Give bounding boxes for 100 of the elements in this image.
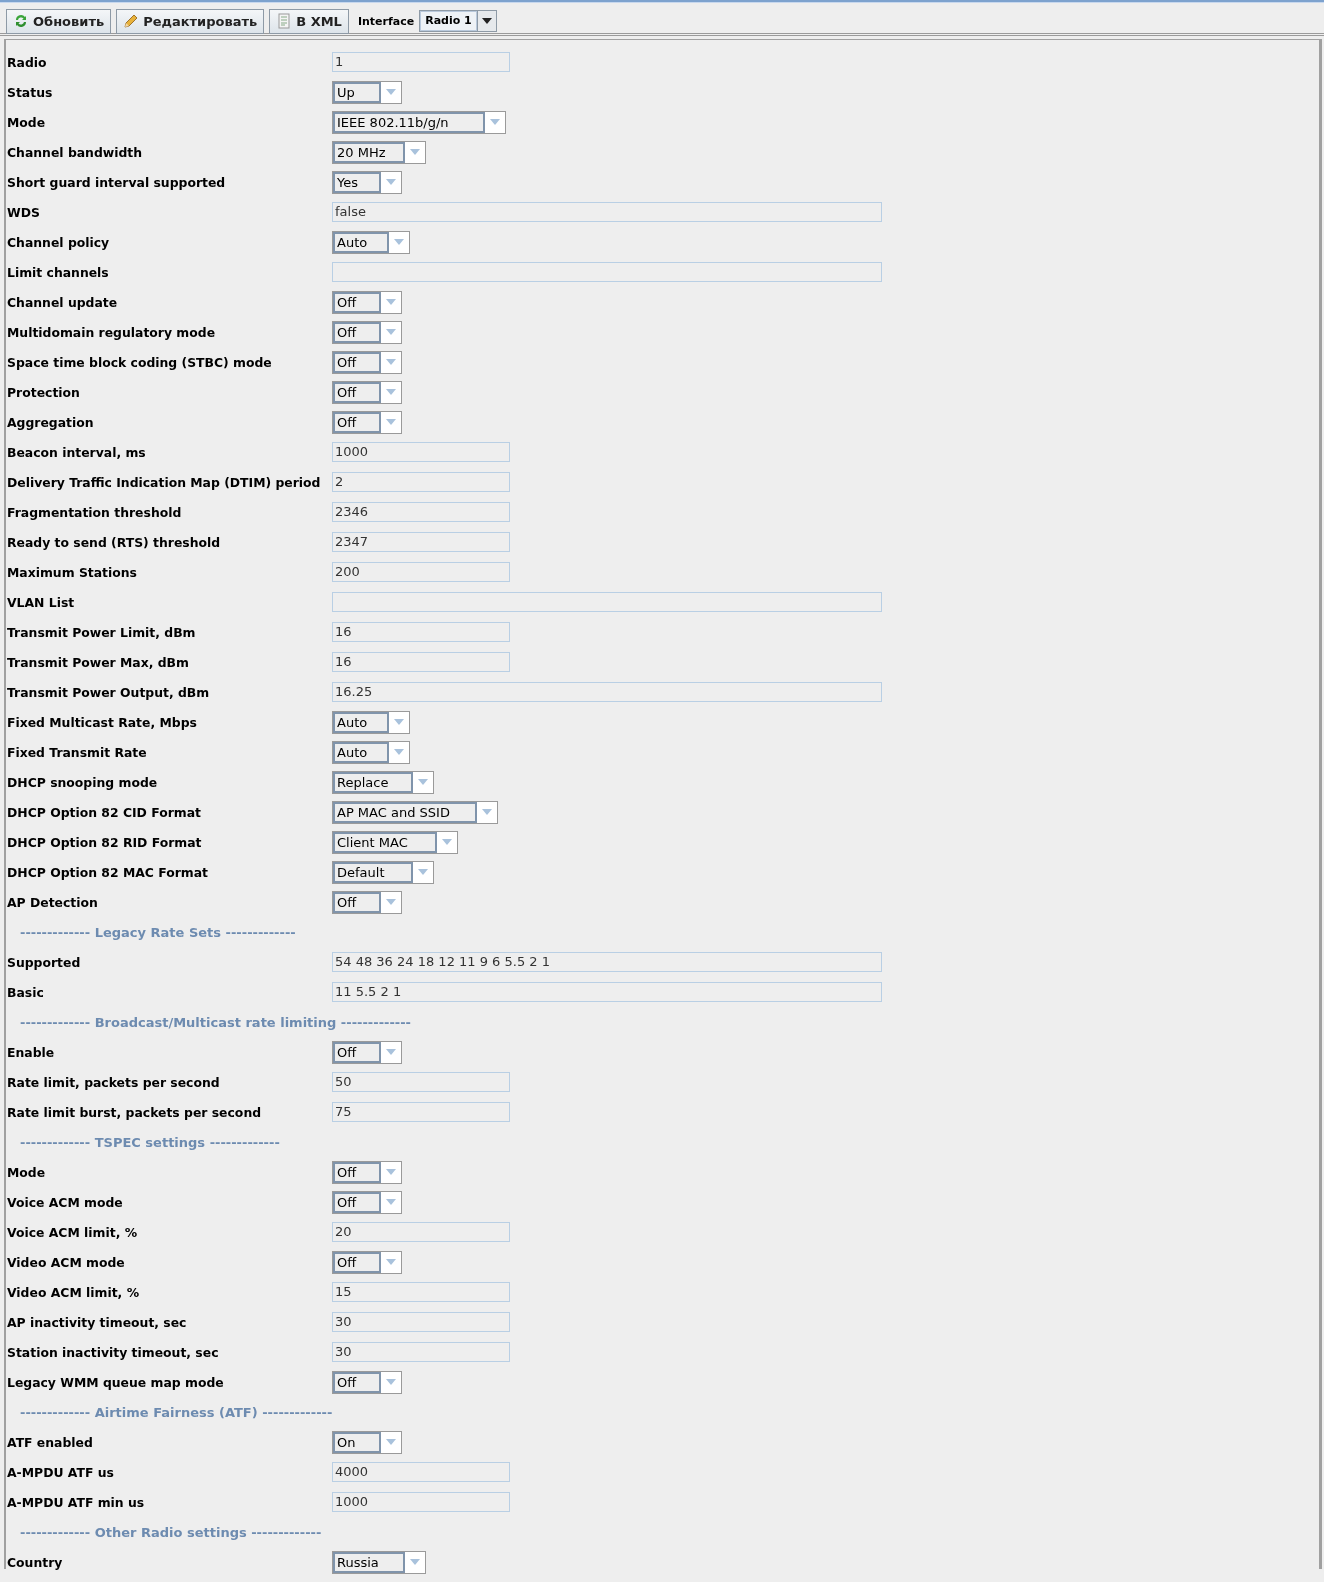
dropdown-arrow-icon bbox=[386, 389, 396, 395]
field-label: Space time block coding (STBC) mode bbox=[6, 354, 273, 370]
field-label: DHCP Option 82 MAC Format bbox=[6, 864, 210, 880]
dropdown[interactable]: Off bbox=[332, 1190, 402, 1214]
toolbar-button[interactable]: В XML bbox=[269, 8, 349, 34]
field-label: Transmit Power Output, dBm bbox=[6, 684, 211, 700]
text-field[interactable]: 16.25 bbox=[332, 682, 882, 702]
field-label: VLAN List bbox=[6, 594, 76, 610]
field-label: Country bbox=[6, 1554, 64, 1570]
field-label: Limit channels bbox=[6, 264, 110, 280]
text-field[interactable]: 50 bbox=[332, 1072, 510, 1092]
text-field[interactable]: 11 5.5 2 1 bbox=[332, 982, 882, 1002]
dropdown[interactable]: Default bbox=[332, 860, 434, 884]
refresh-icon bbox=[13, 13, 29, 29]
field-label: DHCP Option 82 RID Format bbox=[6, 834, 203, 850]
field-label: Basic bbox=[6, 984, 45, 1000]
dropdown-arrow-icon bbox=[418, 779, 428, 785]
dropdown[interactable]: Off bbox=[332, 290, 402, 314]
field-label: Voice ACM limit, % bbox=[6, 1224, 139, 1240]
field-label: Mode bbox=[6, 1164, 47, 1180]
dropdown-arrow-icon bbox=[386, 1049, 396, 1055]
text-field[interactable]: 30 bbox=[332, 1312, 510, 1332]
dropdown[interactable]: Auto bbox=[332, 710, 410, 734]
interface-dropdown[interactable]: Radio 1 bbox=[419, 10, 497, 32]
text-field[interactable] bbox=[332, 592, 882, 612]
dropdown[interactable]: Off bbox=[332, 1370, 402, 1394]
field-label: Fragmentation threshold bbox=[6, 504, 183, 520]
dropdown[interactable]: Off bbox=[332, 350, 402, 374]
text-field[interactable]: 1 bbox=[332, 52, 510, 72]
text-field[interactable]: 2347 bbox=[332, 532, 510, 552]
field-label: Channel update bbox=[6, 294, 119, 310]
text-field[interactable]: 16 bbox=[332, 652, 510, 672]
section-heading: ------------- Broadcast/Multicast rate limiting ------------- bbox=[19, 1014, 411, 1030]
dropdown-arrow-icon bbox=[386, 1199, 396, 1205]
toolbar-button[interactable]: Обновить bbox=[6, 8, 112, 34]
section-heading: ------------- Legacy Rate Sets ------------- bbox=[19, 924, 296, 940]
field-label: Radio bbox=[6, 54, 48, 70]
field-label: Rate limit burst, packets per second bbox=[6, 1104, 263, 1120]
dropdown-arrow-icon bbox=[386, 1379, 396, 1385]
dropdown-arrow-icon bbox=[490, 119, 500, 125]
toolbar-button[interactable]: Редактировать bbox=[116, 8, 265, 34]
text-field[interactable]: 30 bbox=[332, 1342, 510, 1362]
text-field[interactable]: 1000 bbox=[332, 442, 510, 462]
text-field[interactable]: 16 bbox=[332, 622, 510, 642]
field-label: A-MPDU ATF us bbox=[6, 1464, 115, 1480]
dropdown[interactable]: On bbox=[332, 1430, 402, 1454]
text-field[interactable]: 54 48 36 24 18 12 11 9 6 5.5 2 1 bbox=[332, 952, 882, 972]
dropdown[interactable]: Off bbox=[332, 1160, 402, 1184]
dropdown[interactable]: Off bbox=[332, 1250, 402, 1274]
text-field[interactable]: 200 bbox=[332, 562, 510, 582]
dropdown[interactable]: Replace bbox=[332, 770, 434, 794]
field-label: Station inactivity timeout, sec bbox=[6, 1344, 220, 1360]
section-heading: ------------- Other Radio settings ------------- bbox=[19, 1524, 322, 1540]
field-label: DHCP snooping mode bbox=[6, 774, 159, 790]
dropdown[interactable]: Off bbox=[332, 320, 402, 344]
dropdown[interactable]: IEEE 802.11b/g/n bbox=[332, 110, 506, 134]
field-label: Delivery Traffic Indication Map (DTIM) period bbox=[6, 474, 322, 490]
field-label: Short guard interval supported bbox=[6, 174, 227, 190]
text-field[interactable]: 1000 bbox=[332, 1492, 510, 1512]
text-field[interactable]: 20 bbox=[332, 1222, 510, 1242]
dropdown-arrow-icon bbox=[410, 1559, 420, 1565]
text-field[interactable]: 15 bbox=[332, 1282, 510, 1302]
dropdown[interactable]: 20 MHz bbox=[332, 140, 426, 164]
section-heading: ------------- Airtime Fairness (ATF) ------------- bbox=[19, 1404, 333, 1420]
field-label: Transmit Power Max, dBm bbox=[6, 654, 190, 670]
field-label: Status bbox=[6, 84, 54, 100]
field-label: Maximum Stations bbox=[6, 564, 138, 580]
dropdown[interactable]: Off bbox=[332, 1040, 402, 1064]
field-label: Transmit Power Limit, dBm bbox=[6, 624, 197, 640]
dropdown[interactable]: Yes bbox=[332, 170, 402, 194]
dropdown[interactable]: Auto bbox=[332, 740, 410, 764]
text-field[interactable]: 2 bbox=[332, 472, 510, 492]
text-field[interactable]: 75 bbox=[332, 1102, 510, 1122]
dropdown[interactable]: Russia bbox=[332, 1550, 426, 1574]
field-label: Enable bbox=[6, 1044, 56, 1060]
dropdown[interactable]: Auto bbox=[332, 230, 410, 254]
field-label: A-MPDU ATF min us bbox=[6, 1494, 146, 1510]
dropdown[interactable]: Off bbox=[332, 410, 402, 434]
text-field[interactable]: false bbox=[332, 202, 882, 222]
field-label: Multidomain regulatory mode bbox=[6, 324, 217, 340]
dropdown-arrow-icon bbox=[386, 89, 396, 95]
dropdown-arrow-icon bbox=[410, 149, 420, 155]
dropdown-arrow-icon bbox=[386, 299, 396, 305]
dropdown[interactable]: Off bbox=[332, 890, 402, 914]
field-label: Supported bbox=[6, 954, 82, 970]
pencil-icon bbox=[123, 13, 140, 29]
dropdown[interactable]: Up bbox=[332, 80, 402, 104]
text-field[interactable] bbox=[332, 262, 882, 282]
field-label: Beacon interval, ms bbox=[6, 444, 147, 460]
dropdown-arrow-icon bbox=[386, 1439, 396, 1445]
dropdown[interactable]: Client MAC bbox=[332, 830, 458, 854]
dropdown-arrow-icon bbox=[442, 839, 452, 845]
dropdown-arrow-icon bbox=[481, 18, 492, 24]
dropdown[interactable]: AP MAC and SSID bbox=[332, 800, 498, 824]
field-label: Protection bbox=[6, 384, 81, 400]
text-field[interactable]: 2346 bbox=[332, 502, 510, 522]
text-field[interactable]: 4000 bbox=[332, 1462, 510, 1482]
field-label: Channel policy bbox=[6, 234, 111, 250]
dropdown[interactable]: Off bbox=[332, 380, 402, 404]
field-label: Aggregation bbox=[6, 414, 95, 430]
